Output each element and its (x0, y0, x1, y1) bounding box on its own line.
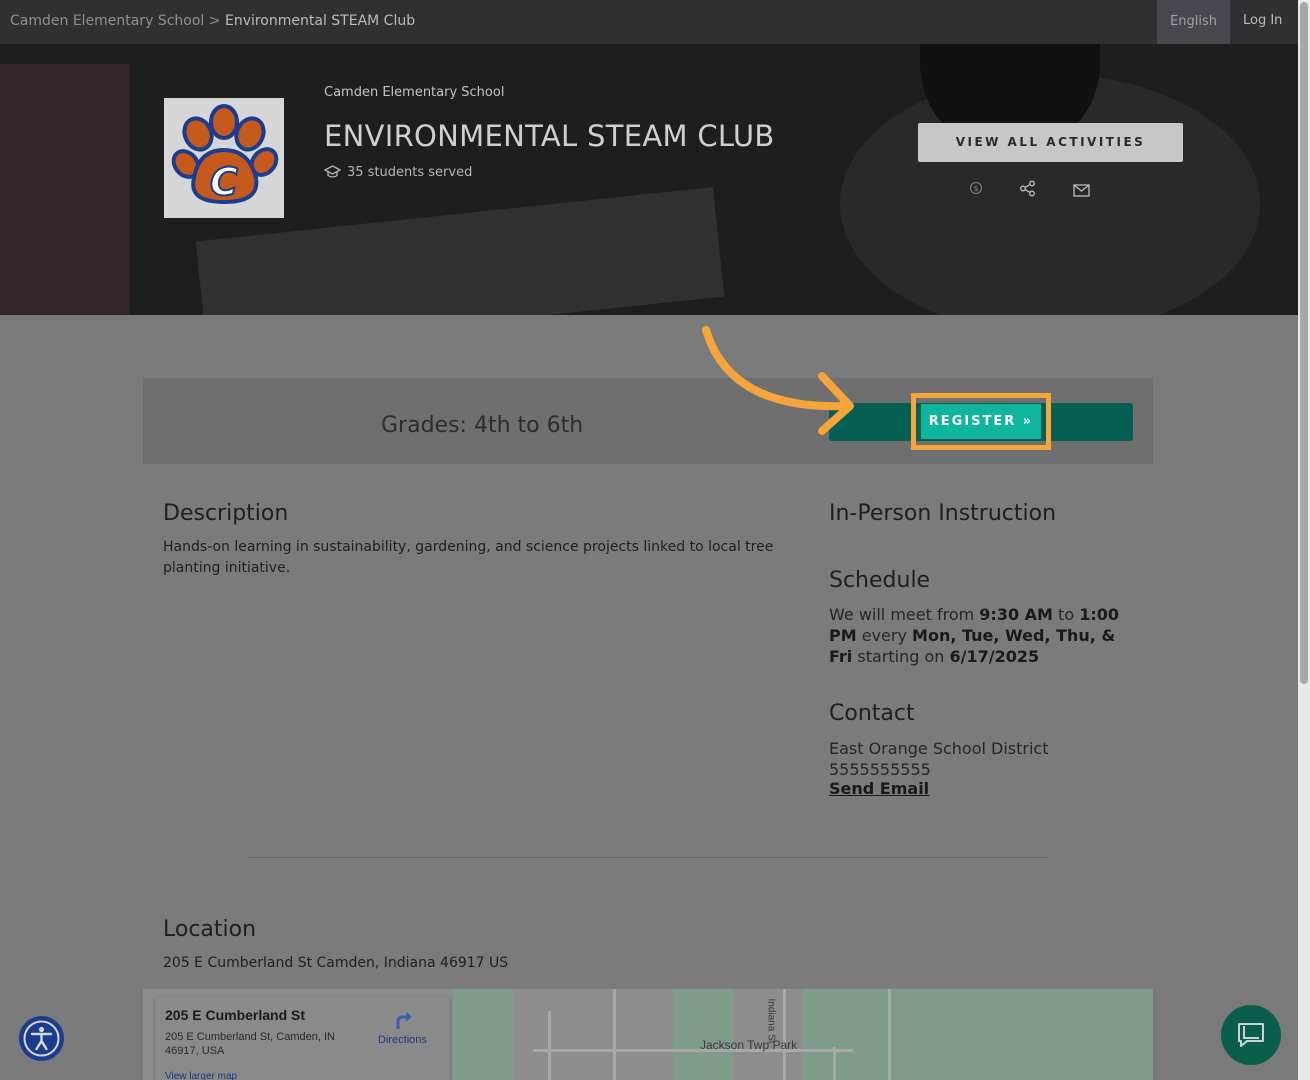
top-nav-bar: Camden Elementary School > Environmental… (0, 0, 1298, 44)
schedule-text: We will meet from 9:30 AM to 1:00 PM eve… (829, 604, 1129, 667)
schedule-prefix: We will meet from (829, 605, 980, 624)
contact-heading: Contact (829, 701, 915, 726)
donate-icon[interactable]: $ (969, 180, 983, 199)
map-road (533, 1049, 853, 1052)
map-road (888, 989, 891, 1080)
graduation-cap-icon (323, 165, 342, 178)
svg-text:C: C (210, 160, 238, 204)
scrollbar-thumb[interactable] (1300, 2, 1308, 684)
map-road (833, 1047, 836, 1080)
map-park-label: Jackson Twp Park (700, 1038, 798, 1052)
map-road (613, 989, 616, 1080)
school-name: Camden Elementary School (324, 85, 505, 100)
svg-text:$: $ (973, 184, 978, 193)
schedule-to: to (1052, 605, 1080, 624)
location-heading: Location (163, 917, 257, 942)
activity-card (143, 378, 1153, 1080)
map-place-title: 205 E Cumberland St (165, 1007, 306, 1023)
map-green-area (453, 989, 513, 1080)
directions-icon[interactable] (394, 1009, 414, 1035)
map-park-area (803, 989, 1153, 1080)
view-all-activities-button[interactable]: VIEW ALL ACTIVITIES (918, 123, 1183, 162)
accessibility-button[interactable] (19, 1016, 64, 1061)
directions-link[interactable]: Directions (378, 1034, 427, 1046)
contact-phone: 5555555555 (829, 760, 931, 779)
schedule-start-date: 6/17/2025 (949, 647, 1040, 666)
section-divider (248, 857, 1048, 858)
hero-banner: C Camden Elementary School ENVIRONMENTAL… (0, 44, 1298, 315)
login-link[interactable]: Log In (1243, 13, 1282, 28)
chat-icon (1238, 1023, 1264, 1047)
map-road (783, 989, 786, 1080)
send-email-link[interactable]: Send Email (829, 779, 929, 798)
accessibility-icon (23, 1020, 60, 1057)
page-title: ENVIRONMENTAL STEAM CLUB (324, 119, 775, 153)
schedule-starting: starting on (852, 647, 950, 666)
map-street-label: Indiana St (765, 998, 777, 1044)
school-logo: C (164, 98, 284, 218)
schedule-start-time: 9:30 AM (979, 605, 1053, 624)
register-button[interactable]: REGISTER » (921, 404, 1041, 439)
grades-label: Grades: 4th to 6th (381, 413, 584, 438)
hero-bg-books (0, 64, 130, 315)
map-road (548, 1011, 551, 1080)
view-larger-map-link[interactable]: View larger map (165, 1071, 237, 1080)
paw-logo-icon: C (171, 104, 279, 205)
students-served: 35 students served (323, 165, 473, 180)
description-heading: Description (163, 501, 289, 526)
breadcrumb-school-link[interactable]: Camden Elementary School (10, 13, 204, 29)
instruction-heading: In-Person Instruction (829, 501, 1057, 526)
share-icon[interactable] (1019, 180, 1036, 201)
chat-button[interactable] (1221, 1005, 1281, 1065)
location-address: 205 E Cumberland St Camden, Indiana 4691… (163, 955, 509, 971)
breadcrumb: Camden Elementary School > Environmental… (10, 13, 415, 29)
description-text: Hands-on learning in sustainability, gar… (163, 539, 774, 576)
contact-org: East Orange School District (829, 739, 1049, 758)
breadcrumb-separator: > (204, 13, 225, 29)
language-button[interactable]: English (1157, 0, 1230, 44)
schedule-heading: Schedule (829, 568, 931, 593)
map-green-area (673, 989, 733, 1080)
mail-icon[interactable] (1073, 182, 1090, 201)
students-served-label: 35 students served (347, 165, 473, 180)
tutorial-arrow-icon (702, 326, 854, 435)
schedule-every: every (856, 626, 913, 645)
map-place-address: 205 E Cumberland St, Camden, IN 46917, U… (165, 1031, 335, 1057)
breadcrumb-current: Environmental STEAM Club (224, 13, 416, 29)
